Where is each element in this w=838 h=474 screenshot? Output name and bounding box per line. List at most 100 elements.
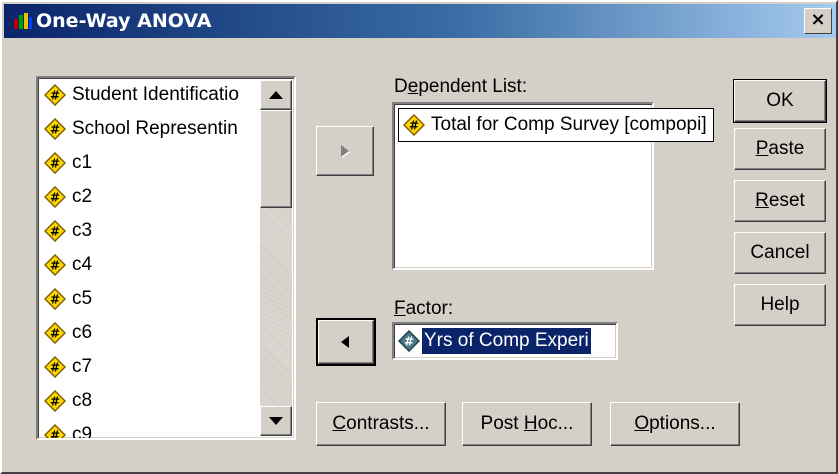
variable-list-items: # Student Identificatio # School Representi… bbox=[40, 78, 260, 441]
arrow-left-icon bbox=[341, 336, 349, 348]
svg-text:#: # bbox=[50, 259, 60, 273]
triangle-down-icon bbox=[269, 417, 283, 425]
svg-text:#: # bbox=[404, 335, 414, 349]
svg-text:#: # bbox=[409, 119, 419, 133]
svg-text:#: # bbox=[50, 191, 60, 205]
scroll-thumb[interactable] bbox=[260, 110, 292, 208]
svg-text:#: # bbox=[50, 293, 60, 307]
factor-label-post: actor: bbox=[405, 298, 454, 319]
scale-variable-icon: # bbox=[44, 220, 66, 242]
contrasts-button[interactable]: Contrasts... bbox=[316, 402, 446, 446]
variable-list-item[interactable]: # c2 bbox=[40, 180, 260, 214]
scale-variable-icon: # bbox=[44, 322, 66, 344]
options-rest: ptions... bbox=[649, 413, 716, 434]
scale-variable-icon: # bbox=[44, 254, 66, 276]
variable-list-item[interactable]: # Student Identificatio bbox=[40, 78, 260, 112]
variable-name: c5 bbox=[72, 288, 93, 309]
svg-text:#: # bbox=[50, 395, 60, 409]
scroll-down-button[interactable] bbox=[260, 406, 292, 436]
spss-app-icon bbox=[14, 13, 32, 29]
variable-name: c1 bbox=[72, 152, 93, 173]
cancel-button-label: Cancel bbox=[750, 242, 810, 263]
ok-button[interactable]: OK bbox=[733, 79, 827, 123]
posthoc-mnemonic: H bbox=[523, 413, 538, 434]
reset-button-label: Reset bbox=[755, 190, 805, 212]
title-bar[interactable]: One-Way ANOVA × bbox=[4, 4, 836, 38]
paste-rest: aste bbox=[768, 138, 805, 159]
variable-list-item[interactable]: # c8 bbox=[40, 384, 260, 418]
variable-list-item[interactable]: # c9 bbox=[40, 418, 260, 441]
reset-rest: eset bbox=[768, 190, 805, 211]
scale-variable-icon: # bbox=[403, 114, 425, 136]
contrasts-rest: ontrasts... bbox=[346, 413, 430, 434]
scale-variable-icon: # bbox=[44, 118, 66, 140]
contrasts-button-label: Contrasts... bbox=[332, 413, 429, 435]
close-button[interactable]: × bbox=[804, 8, 832, 34]
dependent-item-label: Total for Comp Survey [compopi] bbox=[431, 114, 707, 135]
svg-text:#: # bbox=[50, 225, 60, 239]
svg-text:#: # bbox=[50, 327, 60, 341]
paste-button[interactable]: Paste bbox=[734, 128, 826, 170]
options-button-label: Options... bbox=[634, 413, 715, 435]
factor-label: Factor: bbox=[394, 298, 453, 320]
variable-name: Student Identificatio bbox=[72, 84, 239, 105]
scale-variable-icon: # bbox=[44, 84, 66, 106]
factor-item[interactable]: # Yrs of Comp Experi bbox=[398, 327, 592, 355]
factor-field[interactable]: # Yrs of Comp Experi bbox=[392, 322, 618, 360]
svg-text:#: # bbox=[50, 89, 60, 103]
ordinal-variable-icon: # bbox=[398, 330, 420, 352]
window-title: One-Way ANOVA bbox=[36, 10, 212, 32]
variable-list-item[interactable]: # c4 bbox=[40, 248, 260, 282]
variable-list-item[interactable]: # c1 bbox=[40, 146, 260, 180]
scale-variable-icon: # bbox=[44, 424, 66, 441]
scale-variable-icon: # bbox=[44, 152, 66, 174]
one-way-anova-dialog: One-Way ANOVA × # Student Identificatio # S… bbox=[0, 0, 838, 474]
posthoc-pre: Post bbox=[480, 413, 524, 434]
svg-text:#: # bbox=[50, 429, 60, 441]
variable-name: c7 bbox=[72, 356, 93, 377]
dependent-label-mnemonic: e bbox=[407, 76, 419, 97]
variable-name: School Representin bbox=[72, 118, 238, 139]
svg-text:#: # bbox=[50, 361, 60, 375]
paste-button-label: Paste bbox=[756, 138, 805, 160]
variable-list-item[interactable]: # c6 bbox=[40, 316, 260, 350]
variable-list-item[interactable]: # c7 bbox=[40, 350, 260, 384]
posthoc-rest: oc... bbox=[537, 413, 574, 434]
ok-button-label: OK bbox=[766, 90, 794, 111]
dependent-list-item[interactable]: # Total for Comp Survey [compopi] bbox=[398, 108, 714, 142]
variable-list-scrollbar[interactable] bbox=[260, 80, 292, 436]
options-button[interactable]: Options... bbox=[610, 402, 740, 446]
scroll-up-button[interactable] bbox=[260, 80, 292, 110]
dependent-list-label: Dependent List: bbox=[394, 76, 527, 98]
scale-variable-icon: # bbox=[44, 186, 66, 208]
scale-variable-icon: # bbox=[44, 356, 66, 378]
svg-text:#: # bbox=[50, 157, 60, 171]
variable-name: c2 bbox=[72, 186, 93, 207]
variable-list-item[interactable]: # c5 bbox=[40, 282, 260, 316]
svg-text:#: # bbox=[50, 123, 60, 137]
variable-name: c3 bbox=[72, 220, 93, 241]
cancel-button[interactable]: Cancel bbox=[734, 232, 826, 274]
move-to-dependent-button[interactable] bbox=[316, 126, 374, 176]
options-mnemonic: O bbox=[634, 413, 650, 434]
reset-mnemonic: R bbox=[755, 190, 769, 211]
help-button-label: Help bbox=[760, 294, 800, 315]
scale-variable-icon: # bbox=[44, 390, 66, 412]
post-hoc-button[interactable]: Post Hoc... bbox=[462, 402, 592, 446]
variable-list-item[interactable]: # c3 bbox=[40, 214, 260, 248]
arrow-right-icon bbox=[341, 145, 350, 158]
variable-name: c6 bbox=[72, 322, 93, 343]
factor-label-mnemonic: F bbox=[394, 298, 406, 319]
help-button[interactable]: Help bbox=[734, 284, 826, 326]
move-to-factor-button[interactable] bbox=[316, 318, 376, 366]
factor-value: Yrs of Comp Experi bbox=[421, 327, 592, 355]
reset-button[interactable]: Reset bbox=[734, 180, 826, 222]
dependent-label-pre: D bbox=[394, 76, 408, 97]
variable-name: c4 bbox=[72, 254, 93, 275]
triangle-up-icon bbox=[269, 91, 283, 99]
variable-list[interactable]: # Student Identificatio # School Representi… bbox=[36, 76, 296, 440]
contrasts-mnemonic: C bbox=[332, 413, 347, 434]
variable-name: c8 bbox=[72, 390, 93, 411]
variable-list-item[interactable]: # School Representin bbox=[40, 112, 260, 146]
variable-name: c9 bbox=[72, 424, 93, 440]
